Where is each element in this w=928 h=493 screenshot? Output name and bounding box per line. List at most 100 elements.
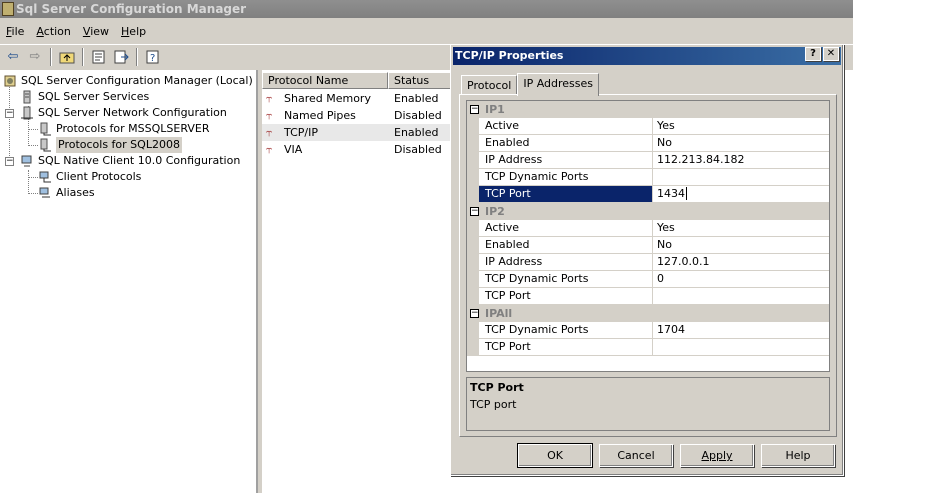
prop-row-ip2-address[interactable]: IP Address 127.0.0.1: [479, 254, 829, 271]
dialog-title-bar: TCP/IP Properties: [453, 47, 841, 65]
prop-row-ip2-active[interactable]: Active Yes: [479, 220, 829, 237]
dialog-help-button[interactable]: ?: [805, 47, 821, 61]
ip-addresses-panel: − IP1 Active Yes Enabled No IP Address 1…: [459, 94, 837, 437]
prop-value[interactable]: [654, 169, 829, 185]
back-arrow-icon[interactable]: ⇦: [2, 47, 24, 67]
prop-value[interactable]: 127.0.0.1: [654, 254, 829, 270]
tree-line: [28, 170, 29, 194]
prop-value[interactable]: No: [654, 237, 829, 253]
tree-line: [28, 129, 38, 130]
description-box: TCP Port TCP port: [466, 377, 830, 431]
prop-row-ipall-dynamic-ports[interactable]: TCP Dynamic Ports 1704: [479, 322, 829, 339]
list-row-tcp-ip[interactable]: ⥾ TCP/IP Enabled: [262, 124, 452, 141]
tree-item-protocols-sql2008[interactable]: Protocols for SQL2008: [38, 137, 182, 153]
protocol-icon: ⥾: [266, 125, 273, 139]
window-title: Sql Server Configuration Manager: [16, 2, 247, 16]
prop-value[interactable]: 1704: [654, 322, 829, 338]
menu-view[interactable]: View: [77, 22, 115, 42]
tree-item-services[interactable]: SQL Server Services: [20, 89, 149, 105]
tree-root[interactable]: SQL Server Configuration Manager (Local): [3, 73, 253, 89]
config-manager-icon: [3, 74, 17, 88]
prop-row-ip1-dynamic-ports[interactable]: TCP Dynamic Ports: [479, 169, 829, 186]
tree-line: [28, 177, 38, 178]
list-row-via[interactable]: ⥾ VIA Disabled: [262, 141, 452, 158]
tree-line: [28, 145, 38, 146]
prop-row-ip1-enabled[interactable]: Enabled No: [479, 135, 829, 152]
description-text: TCP port: [470, 398, 517, 411]
toolbar-separator: [82, 47, 84, 66]
tree-line: [9, 80, 10, 162]
grid-indent: [467, 220, 479, 305]
prop-value[interactable]: [654, 288, 829, 304]
protocol-icon: ⥾: [266, 142, 273, 156]
forward-arrow-icon[interactable]: ⇨: [24, 47, 46, 67]
tab-protocol[interactable]: Protocol: [461, 75, 518, 95]
tab-ip-addresses[interactable]: IP Addresses: [517, 73, 600, 96]
network-server-icon: [20, 106, 34, 120]
menu-action[interactable]: Action: [30, 22, 76, 42]
prop-row-ip1-address[interactable]: IP Address 112.213.84.182: [479, 152, 829, 169]
prop-value[interactable]: Yes: [654, 118, 829, 134]
category-ipall[interactable]: − IPAll: [467, 305, 829, 322]
title-bar: Sql Server Configuration Manager: [0, 0, 853, 18]
prop-row-ip2-dynamic-ports[interactable]: TCP Dynamic Ports 0: [479, 271, 829, 288]
server-icon: [20, 90, 34, 104]
prop-row-ip1-active[interactable]: Active Yes: [479, 118, 829, 135]
prop-value[interactable]: No: [654, 135, 829, 151]
dialog-title: TCP/IP Properties: [455, 49, 564, 62]
prop-row-ipall-tcp-port[interactable]: TCP Port: [479, 339, 829, 356]
dialog-close-button[interactable]: ✕: [823, 47, 839, 61]
property-grid: − IP1 Active Yes Enabled No IP Address 1…: [466, 100, 830, 372]
prop-value[interactable]: 0: [654, 271, 829, 287]
prop-row-ip2-tcp-port[interactable]: TCP Port: [479, 288, 829, 305]
toolbar-separator: [50, 47, 52, 66]
collapse-network-icon[interactable]: −: [5, 109, 14, 118]
tree-item-network-config[interactable]: SQL Server Network Configuration: [20, 105, 227, 121]
collapse-ip2-icon[interactable]: −: [470, 207, 479, 216]
tree-item-aliases[interactable]: Aliases: [38, 185, 95, 201]
svg-text:?: ?: [150, 53, 155, 64]
collapse-native-client-icon[interactable]: −: [5, 157, 14, 166]
protocol-icon: ⥾: [266, 108, 273, 122]
client-protocols-icon: [38, 170, 52, 184]
menu-help[interactable]: Help: [115, 22, 152, 42]
properties-icon[interactable]: [88, 47, 110, 67]
app-icon: [2, 2, 14, 16]
category-ip1[interactable]: − IP1: [467, 101, 829, 118]
col-header-status[interactable]: Status: [388, 72, 458, 89]
export-icon[interactable]: [110, 47, 132, 67]
prop-row-ip2-enabled[interactable]: Enabled No: [479, 237, 829, 254]
collapse-ip1-icon[interactable]: −: [470, 105, 479, 114]
grid-indent: [467, 322, 479, 356]
category-ip2[interactable]: − IP2: [467, 203, 829, 220]
cancel-button[interactable]: Cancel: [599, 444, 673, 467]
tree-item-protocols-mssqlserver[interactable]: Protocols for MSSQLSERVER: [38, 121, 210, 137]
menu-bar: File Action View Help: [0, 22, 152, 42]
apply-button[interactable]: Apply: [680, 444, 754, 467]
up-folder-icon[interactable]: [56, 47, 78, 67]
tcpip-properties-dialog: TCP/IP Properties ? ✕ Protocol IP Addres…: [450, 44, 844, 476]
toolbar-separator: [136, 47, 138, 66]
prop-value[interactable]: [654, 339, 829, 355]
list-row-shared-memory[interactable]: ⥾ Shared Memory Enabled: [262, 90, 452, 107]
grid-indent: [467, 118, 479, 203]
tree-line: [28, 193, 38, 194]
tab-strip: Protocol IP Addresses: [461, 73, 600, 96]
col-header-protocol-name[interactable]: Protocol Name: [262, 72, 388, 89]
description-title: TCP Port: [470, 381, 524, 394]
tree-item-native-client[interactable]: SQL Native Client 10.0 Configuration: [20, 153, 240, 169]
help-icon[interactable]: ?: [142, 47, 164, 67]
collapse-ipall-icon[interactable]: −: [470, 309, 479, 318]
protocols-icon: [38, 122, 52, 136]
help-button[interactable]: Help: [761, 444, 835, 467]
ok-button[interactable]: OK: [517, 443, 593, 468]
tree-item-client-protocols[interactable]: Client Protocols: [38, 169, 141, 185]
list-row-named-pipes[interactable]: ⥾ Named Pipes Disabled: [262, 107, 452, 124]
tree-pane: SQL Server Configuration Manager (Local)…: [0, 70, 258, 493]
prop-row-ip1-tcp-port[interactable]: TCP Port 1434: [479, 186, 829, 203]
tcp-port-input[interactable]: 1434: [654, 186, 829, 202]
client-computer-icon: [20, 154, 34, 168]
menu-file[interactable]: File: [0, 22, 30, 42]
prop-value[interactable]: 112.213.84.182: [654, 152, 829, 168]
prop-value[interactable]: Yes: [654, 220, 829, 236]
